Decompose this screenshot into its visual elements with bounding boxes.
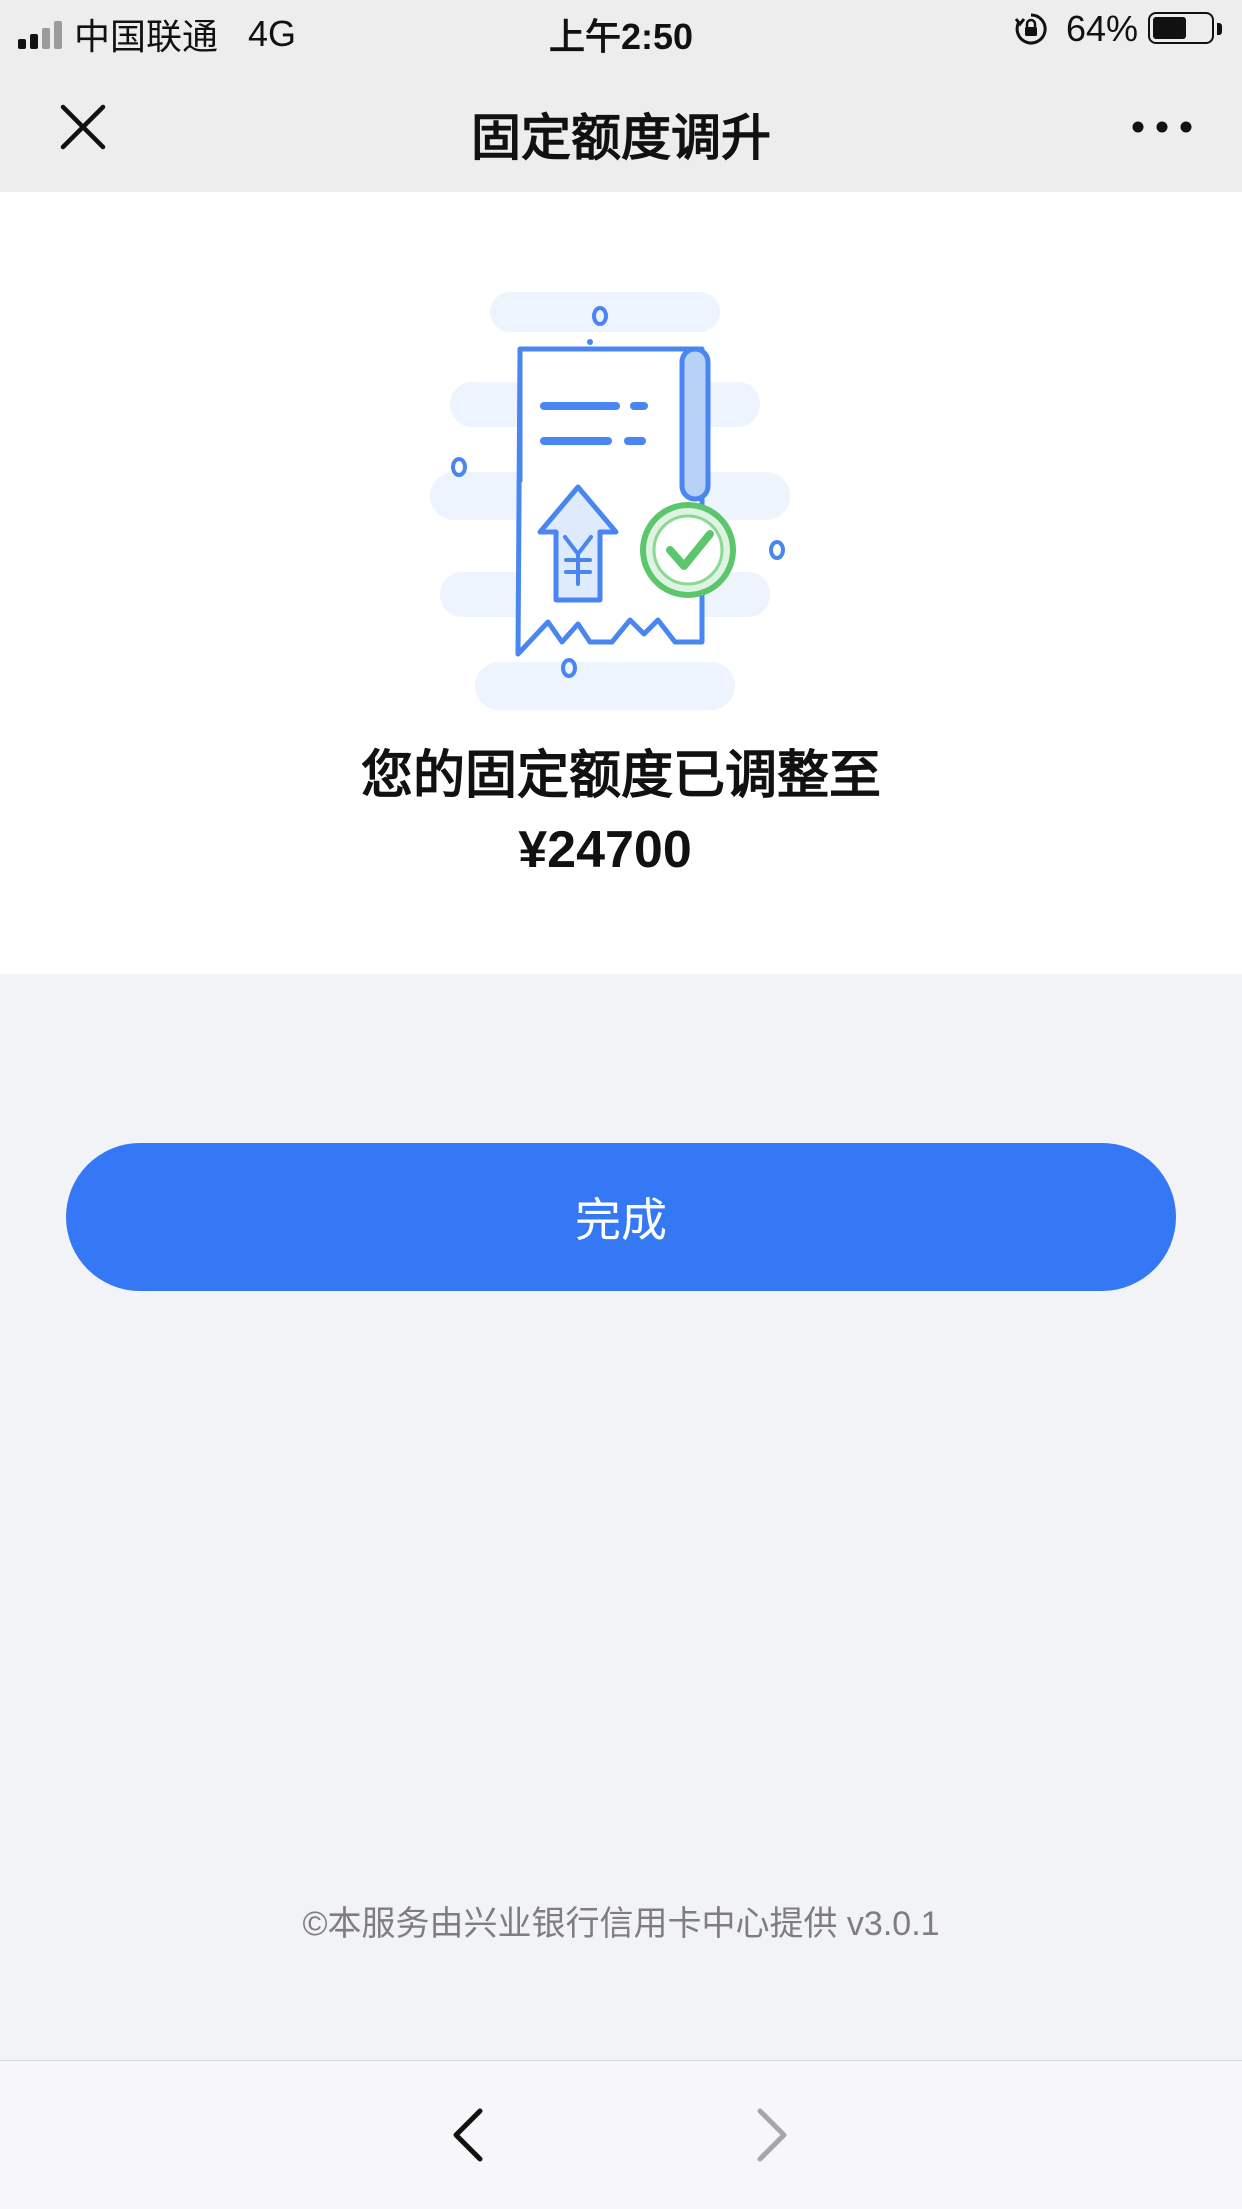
result-card: 您的固定额度已调整至 ¥24700 [0, 192, 1242, 974]
battery-percent: 64% [1065, 8, 1138, 49]
credit-limit-success-illustration [430, 292, 790, 710]
result-message: 您的固定额度已调整至 [360, 747, 881, 805]
chevron-right-icon[interactable] [740, 2105, 800, 2165]
status-bar: 中国联通 4G 上午2:50 64% [0, 0, 1242, 62]
chevron-left-icon[interactable] [440, 2105, 500, 2165]
done-button[interactable]: 完成 [66, 1143, 1176, 1291]
battery-icon [1148, 12, 1222, 46]
nav-bar: 固定额度调升 [0, 62, 1242, 192]
page-title: 固定额度调升 [471, 110, 771, 166]
result-amount: ¥24700 [518, 821, 692, 879]
status-right: 64% [1014, 8, 1222, 50]
footer-note: ©本服务由兴业银行信用卡中心提供 v3.0.1 [302, 1905, 940, 1943]
rotation-lock-icon [1014, 13, 1047, 45]
bottom-toolbar [0, 2060, 1242, 2209]
more-icon[interactable] [1122, 102, 1202, 152]
